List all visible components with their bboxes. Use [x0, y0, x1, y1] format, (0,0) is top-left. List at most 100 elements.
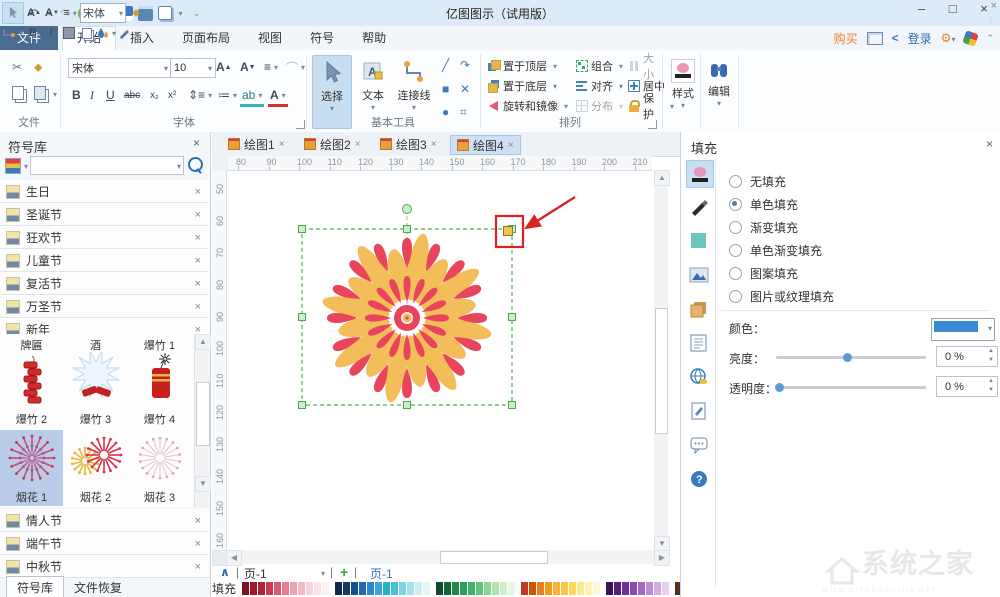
radio-icon[interactable]	[729, 290, 742, 303]
fill-option-无填充[interactable]: 无填充	[729, 170, 989, 193]
palette-swatch[interactable]	[298, 582, 305, 595]
opacity-thumb[interactable]	[775, 383, 784, 392]
palette-swatch[interactable]	[484, 582, 491, 595]
fill-option-单色渐变填充[interactable]: 单色渐变填充	[729, 239, 989, 262]
palette-swatch[interactable]	[407, 582, 414, 595]
drawing-tab-close-icon[interactable]: ×	[508, 140, 514, 151]
shadow-style-icon[interactable]	[686, 228, 712, 254]
palette-swatch[interactable]	[359, 582, 366, 595]
symbol-firework-double[interactable]: 烟花 2	[64, 430, 127, 506]
rect-shape-button[interactable]: ■	[440, 80, 451, 98]
symbol-firecracker-cylinder[interactable]: 爆竹 4	[128, 352, 191, 428]
fill-panel-close-icon[interactable]: ×	[986, 137, 993, 151]
arrange-back-button[interactable]: 置于底层▾	[488, 77, 576, 95]
minibar-drag-dots[interactable]: ⋮	[987, 16, 995, 25]
palette-swatch[interactable]	[322, 582, 329, 595]
palette-swatch[interactable]	[290, 582, 297, 595]
collapse-ribbon-icon[interactable]: ⌃	[986, 33, 994, 44]
tab-页面布局[interactable]: 页面布局	[168, 27, 244, 50]
palette-swatch[interactable]	[367, 582, 374, 595]
palette-swatch[interactable]	[343, 582, 350, 595]
minibar-select-icon[interactable]	[2, 2, 24, 24]
minibar-font-combo[interactable]: 宋体▾	[80, 3, 126, 23]
symbol-label-牌匾[interactable]: 牌匾	[0, 337, 63, 353]
palette-swatch[interactable]	[654, 582, 661, 595]
arc-text-button[interactable]: ⌒▾	[284, 58, 307, 76]
palette-swatch[interactable]	[521, 582, 528, 595]
increase-font-button[interactable]: A▲	[214, 58, 234, 76]
comment-icon[interactable]	[686, 432, 712, 458]
palette-swatch[interactable]	[553, 582, 560, 595]
category-close-icon[interactable]: ×	[195, 561, 201, 573]
palette-swatch[interactable]	[468, 582, 475, 595]
superscript-button[interactable]: x²	[166, 86, 178, 104]
minibar-bold-button[interactable]: B	[25, 24, 41, 42]
sidebar-category-狂欢节[interactable]: 狂欢节×	[0, 226, 209, 249]
category-close-icon[interactable]: ×	[195, 515, 201, 527]
arrange-dialog-launcher[interactable]	[648, 120, 657, 129]
palette-swatch[interactable]	[646, 582, 653, 595]
palette-swatch[interactable]	[476, 582, 483, 595]
vertex-tool-button[interactable]: ✕	[458, 80, 472, 98]
minibar-fill-icon[interactable]	[61, 24, 77, 42]
palette-swatch[interactable]	[662, 582, 669, 595]
minibar-increase-font[interactable]: A▲	[26, 4, 42, 22]
strikethrough-button[interactable]: abc	[122, 86, 142, 104]
copy-button[interactable]	[12, 86, 24, 100]
sidebar-category-端午节[interactable]: 端午节×	[0, 532, 209, 555]
category-close-icon[interactable]: ×	[195, 232, 201, 244]
insert-picture-icon[interactable]	[686, 262, 712, 288]
palette-swatch[interactable]	[606, 582, 613, 595]
tab-符号[interactable]: 符号	[296, 27, 348, 50]
palette-swatch[interactable]	[508, 582, 515, 595]
palette-swatch[interactable]	[274, 582, 281, 595]
symbol-label-酒[interactable]: 酒	[64, 337, 127, 353]
pages-collapse-icon[interactable]: ∧	[220, 565, 230, 579]
library-picker-dropdown[interactable]: ▾	[24, 162, 28, 171]
sidebar-category-圣诞节[interactable]: 圣诞节×	[0, 203, 209, 226]
minibar-decrease-font[interactable]: A▼	[44, 4, 60, 22]
palette-swatch[interactable]	[282, 582, 289, 595]
font-name-combo[interactable]: 宋体▾	[68, 58, 172, 78]
login-button[interactable]: 登录	[908, 30, 932, 47]
category-close-icon[interactable]: ×	[195, 255, 201, 267]
italic-button[interactable]: I	[88, 86, 96, 104]
font-dialog-launcher[interactable]	[296, 120, 305, 129]
fill-option-渐变填充[interactable]: 渐变填充	[729, 216, 989, 239]
minibar-format-painter-icon[interactable]: ⬥	[128, 4, 144, 22]
sidebar-category-中秋节[interactable]: 中秋节×	[0, 555, 209, 578]
align-button[interactable]: ≡▾	[262, 58, 280, 76]
minibar-italic-button[interactable]: I	[43, 24, 59, 42]
symbol-search-input[interactable]: ▾	[30, 156, 184, 175]
sidebar-tab-符号库[interactable]: 符号库	[6, 576, 64, 597]
drawing-tab-绘图4[interactable]: 绘图4×	[450, 135, 521, 155]
drawing-tab-绘图3[interactable]: 绘图3×	[374, 135, 443, 153]
maximize-button[interactable]: □	[939, 0, 967, 20]
palette-swatch[interactable]	[266, 582, 273, 595]
palette-swatch[interactable]	[444, 582, 451, 595]
palette-swatch[interactable]	[492, 582, 499, 595]
fill-option-图片或纹理填充[interactable]: 图片或纹理填充	[729, 285, 989, 308]
symbol-firecracker-burst[interactable]: 爆竹 3	[64, 352, 127, 428]
palette-swatch[interactable]	[577, 582, 584, 595]
font-color-button[interactable]: A▾	[268, 86, 288, 107]
sidebar-category-复活节[interactable]: 复活节×	[0, 272, 209, 295]
palette-swatch[interactable]	[585, 582, 592, 595]
note-icon[interactable]	[686, 330, 712, 356]
palette-swatch[interactable]	[638, 582, 645, 595]
page-selector-dropdown[interactable]: ▾	[321, 569, 325, 578]
brightness-thumb[interactable]	[843, 353, 852, 362]
palette-swatch[interactable]	[452, 582, 459, 595]
minibar-theme-color-icon[interactable]: ▾	[97, 24, 116, 42]
bullet-list-button[interactable]: ≔▾	[216, 86, 239, 104]
decrease-font-button[interactable]: A▼	[238, 58, 258, 76]
arrange-align-button[interactable]: 对齐▾	[576, 77, 628, 95]
tab-视图[interactable]: 视图	[244, 27, 296, 50]
vertical-scrollbar[interactable]: ▲ ▼	[654, 170, 668, 550]
category-close-icon[interactable]: ×	[195, 209, 201, 221]
curve-shape-button[interactable]: ↷	[458, 56, 472, 74]
palette-swatch[interactable]	[423, 582, 430, 595]
line-style-icon[interactable]	[686, 194, 712, 220]
buy-button[interactable]: 购买	[834, 30, 858, 47]
arrange-front-button[interactable]: 置于顶层▾	[488, 57, 576, 75]
